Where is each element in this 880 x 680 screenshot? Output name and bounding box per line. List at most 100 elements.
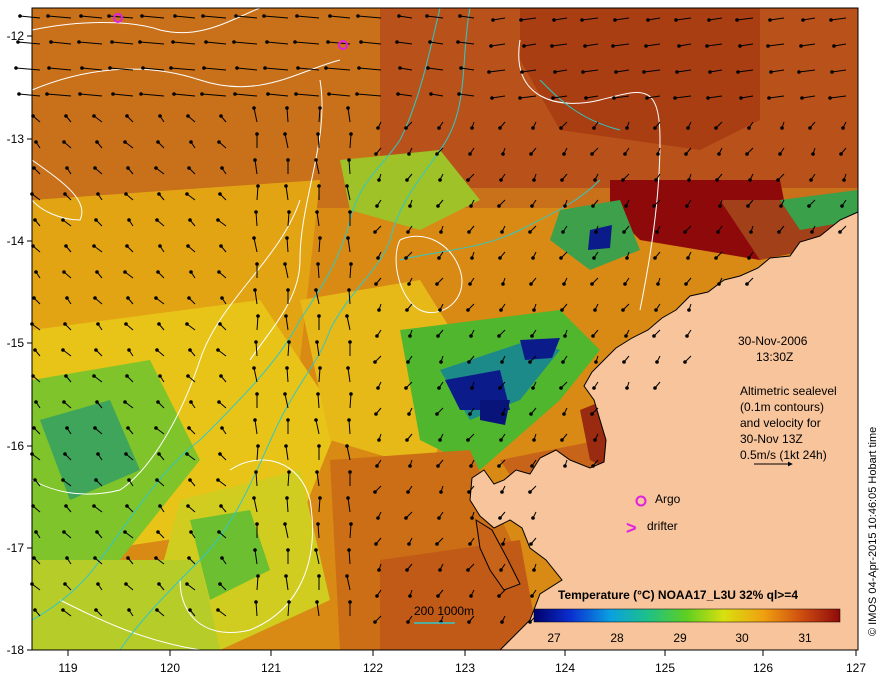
velocity-arrow-head bbox=[64, 504, 68, 508]
velocity-arrow-head bbox=[531, 256, 535, 260]
velocity-arrow-head bbox=[499, 438, 503, 442]
y-tick-label: -12 bbox=[7, 29, 25, 43]
velocity-arrow-head bbox=[34, 400, 38, 404]
velocity-arrow-head bbox=[127, 608, 131, 612]
velocity-arrow-head bbox=[499, 308, 503, 312]
velocity-arrow-head bbox=[326, 40, 330, 44]
velocity-arrow-head bbox=[779, 204, 783, 208]
velocity-arrow-head bbox=[528, 490, 532, 494]
velocity-arrow-head bbox=[328, 14, 332, 18]
velocity-arrow-head bbox=[677, 44, 681, 48]
velocity-arrow-head bbox=[33, 608, 37, 612]
velocity-arrow-head bbox=[532, 438, 536, 442]
velocity-arrow-head bbox=[797, 70, 801, 74]
colorbar-tick-label: 30 bbox=[735, 631, 749, 645]
velocity-arrow-head bbox=[745, 282, 749, 286]
velocity-arrow-head bbox=[61, 348, 65, 352]
velocity-arrow-head bbox=[529, 152, 533, 156]
velocity-arrow-head bbox=[529, 542, 533, 546]
velocity-arrow-head bbox=[518, 96, 522, 100]
velocity-arrow-head bbox=[799, 44, 803, 48]
velocity-arrow-head bbox=[345, 444, 349, 448]
velocity-arrow-head bbox=[591, 464, 595, 468]
velocity-arrow-head bbox=[34, 530, 38, 534]
velocity-arrow-head bbox=[705, 44, 709, 48]
velocity-arrow-head bbox=[314, 418, 318, 422]
velocity-arrow-head bbox=[124, 452, 128, 456]
velocity-arrow-head bbox=[173, 14, 177, 18]
velocity-arrow-head bbox=[356, 14, 360, 18]
velocity-arrow-head bbox=[283, 132, 287, 136]
velocity-arrow-head bbox=[654, 178, 658, 182]
velocity-arrow-head bbox=[155, 478, 159, 482]
annotation-desc-line: (0.1m contours) bbox=[740, 400, 824, 414]
velocity-arrow-head bbox=[674, 18, 678, 22]
velocity-arrow-head bbox=[140, 14, 144, 18]
velocity-arrow-head bbox=[96, 582, 100, 586]
velocity-arrow-head bbox=[123, 400, 127, 404]
colorbar-title: Temperature (°C) NOAA17_L3U 32% ql>=4 bbox=[558, 588, 798, 602]
velocity-arrow-head bbox=[189, 400, 193, 404]
velocity-arrow-head bbox=[685, 204, 689, 208]
velocity-arrow-head bbox=[562, 282, 566, 286]
velocity-arrow-head bbox=[124, 582, 128, 586]
velocity-arrow-head bbox=[126, 556, 130, 560]
y-axis-ticks bbox=[27, 35, 32, 651]
velocity-arrow-head bbox=[255, 522, 259, 526]
velocity-arrow-head bbox=[285, 106, 289, 110]
velocity-arrow-head bbox=[829, 18, 833, 22]
x-tick-label: 123 bbox=[455, 661, 475, 675]
velocity-arrow-head bbox=[92, 504, 96, 508]
velocity-arrow-head bbox=[158, 504, 162, 508]
velocity-arrow-head bbox=[377, 178, 381, 182]
velocity-arrow-head bbox=[809, 178, 813, 182]
velocity-arrow-head bbox=[673, 96, 677, 100]
velocity-arrow-head bbox=[155, 608, 159, 612]
velocity-arrow-head bbox=[253, 418, 257, 422]
velocity-arrow-head bbox=[374, 282, 378, 286]
velocity-arrow-head bbox=[404, 386, 408, 390]
velocity-arrow-head bbox=[373, 360, 377, 364]
velocity-arrow-head bbox=[123, 270, 127, 274]
velocity-arrow-head bbox=[219, 244, 223, 248]
velocity-arrow-head bbox=[435, 152, 439, 156]
velocity-arrow-head bbox=[285, 366, 289, 370]
velocity-arrow-head bbox=[285, 236, 289, 240]
velocity-arrow-head bbox=[592, 256, 596, 260]
x-tick-label: 120 bbox=[160, 661, 180, 675]
velocity-arrow-head bbox=[468, 152, 472, 156]
velocity-arrow-head bbox=[499, 568, 503, 572]
velocity-arrow-head bbox=[532, 568, 536, 572]
velocity-arrow-head bbox=[345, 314, 349, 318]
velocity-arrow-head bbox=[561, 230, 565, 234]
colorbar-tick-label: 31 bbox=[798, 631, 812, 645]
x-tick-label: 119 bbox=[58, 661, 77, 675]
velocity-arrow-head bbox=[154, 296, 158, 300]
velocity-arrow-head bbox=[707, 18, 711, 22]
velocity-arrow-head bbox=[611, 44, 615, 48]
velocity-arrow-head bbox=[528, 230, 532, 234]
velocity-arrow-head bbox=[376, 126, 380, 130]
velocity-arrow-head bbox=[286, 288, 290, 292]
velocity-arrow-head bbox=[530, 594, 534, 598]
velocity-arrow-head bbox=[217, 400, 221, 404]
velocity-arrow-head bbox=[685, 334, 689, 338]
velocity-arrow-head bbox=[318, 366, 322, 370]
velocity-arrow-head bbox=[500, 230, 504, 234]
velocity-arrow-head bbox=[437, 386, 441, 390]
velocity-arrow-head bbox=[202, 66, 206, 70]
velocity-arrow-head bbox=[373, 490, 377, 494]
velocity-arrow-head bbox=[404, 516, 408, 520]
annotation-desc-line: and velocity for bbox=[740, 416, 821, 430]
velocity-arrow-head bbox=[747, 126, 751, 130]
velocity-arrow-head bbox=[348, 210, 352, 214]
velocity-arrow-head bbox=[78, 92, 82, 96]
velocity-arrow-head bbox=[156, 400, 160, 404]
velocity-arrow-head bbox=[745, 152, 749, 156]
velocity-arrow-head bbox=[64, 374, 68, 378]
velocity-arrow-head bbox=[157, 192, 161, 196]
velocity-arrow-head bbox=[405, 178, 409, 182]
velocity-arrow-head bbox=[315, 210, 319, 214]
velocity-arrow-head bbox=[684, 282, 688, 286]
velocity-arrow-head bbox=[841, 126, 845, 130]
